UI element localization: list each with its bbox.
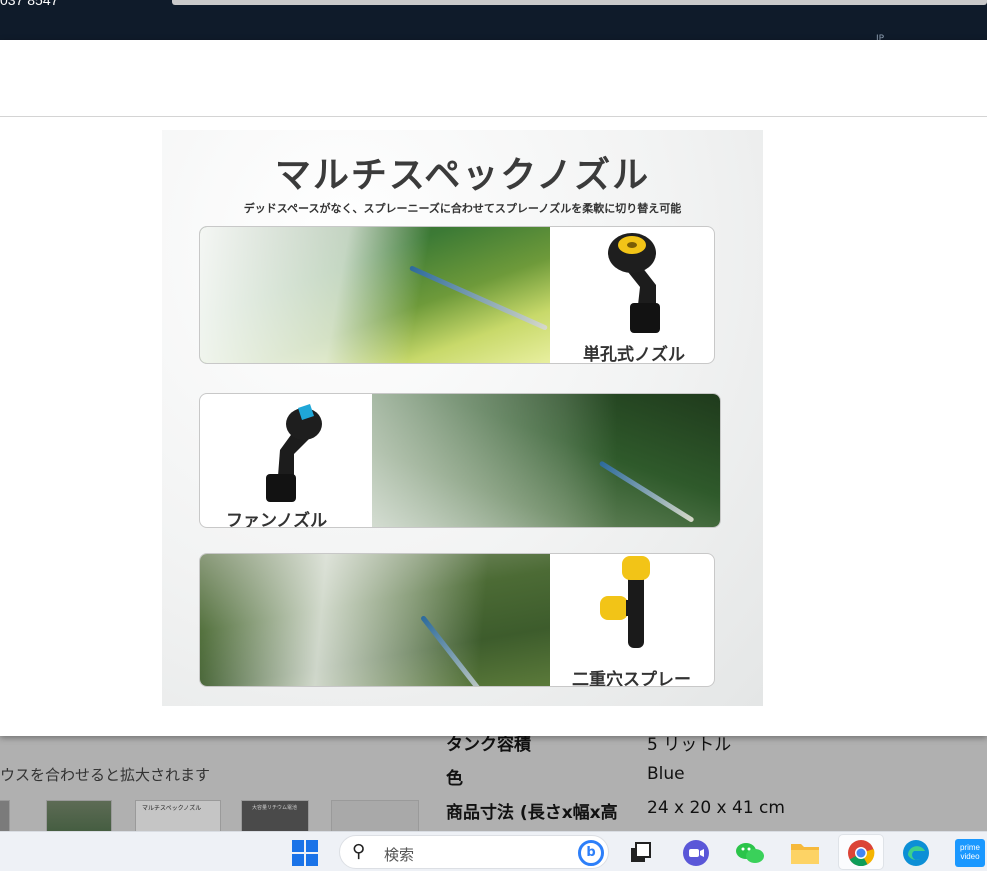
double-hole-nozzle-icon bbox=[600, 556, 650, 648]
header-search-bar[interactable] bbox=[172, 0, 987, 5]
prime-video-icon[interactable]: prime video bbox=[955, 838, 985, 868]
thumbnail-1[interactable] bbox=[0, 800, 10, 831]
spray-photo bbox=[200, 227, 550, 363]
thumbnail-2[interactable] bbox=[46, 800, 112, 831]
file-explorer-icon[interactable] bbox=[790, 838, 820, 868]
header-cut-text: 037 8547 bbox=[0, 0, 59, 8]
windows-start-icon[interactable] bbox=[290, 838, 320, 868]
task-view-icon[interactable] bbox=[626, 838, 656, 868]
bing-icon[interactable]: b bbox=[578, 840, 604, 866]
single-hole-nozzle-icon bbox=[608, 233, 660, 333]
thumbnail-caption: 大容量リチウム電池 bbox=[252, 805, 298, 811]
image-subtitle: デッドスペースがなく、スプレーニーズに合わせてスプレーノズルを柔軟に切り替え可能 bbox=[243, 202, 682, 215]
site-header: 037 8547 IP bbox=[0, 0, 987, 44]
spec-value: 5 リットル bbox=[647, 736, 732, 755]
video-label: video bbox=[960, 852, 980, 861]
chrome-icon[interactable] bbox=[846, 838, 876, 868]
product-page-background: ウスを合わせると拡大されます マルチスペックノズル 大容量リチウム電池 タンク容… bbox=[0, 736, 987, 831]
nozzle-card-single-hole: 単孔式ノズル bbox=[199, 226, 715, 364]
search-icon: ⚲ bbox=[352, 841, 366, 862]
edge-icon[interactable] bbox=[901, 838, 931, 868]
product-zoomed-image[interactable]: マルチスペックノズル デッドスペースがなく、スプレーニーズに合わせてスプレーノズ… bbox=[162, 130, 763, 706]
spec-key: 商品寸法 (長さx幅x高 bbox=[446, 803, 618, 823]
thumbnail-caption: マルチスペックノズル bbox=[142, 805, 202, 812]
thumbnail-5[interactable] bbox=[331, 800, 419, 831]
fan-nozzle-icon bbox=[266, 404, 322, 502]
spec-value: 24 x 20 x 41 cm bbox=[647, 798, 785, 818]
windows-taskbar: ⚲ 検索 b prime video bbox=[0, 831, 987, 871]
modal-divider bbox=[0, 116, 987, 117]
image-title: マルチスペックノズル bbox=[274, 155, 651, 196]
nozzle-label: ファンノズル bbox=[226, 511, 328, 528]
spec-value: Blue bbox=[647, 764, 685, 784]
nozzle-card-double-hole: 二重穴スプレー bbox=[199, 553, 715, 687]
zoom-hint: ウスを合わせると拡大されます bbox=[0, 766, 211, 784]
spray-photo bbox=[200, 554, 550, 686]
nozzle-card-fan: ファンノズル bbox=[199, 393, 721, 528]
spec-key: 色 bbox=[446, 769, 463, 789]
nozzle-label: 単孔式ノズル bbox=[583, 345, 685, 364]
prime-label: prime bbox=[959, 843, 980, 852]
thumbnail-4[interactable]: 大容量リチウム電池 bbox=[241, 800, 309, 831]
taskbar-search-box[interactable]: ⚲ 検索 b bbox=[339, 835, 609, 869]
spec-key: タンク容積 bbox=[446, 736, 531, 755]
image-zoom-modal: マルチスペックノズル デッドスペースがなく、スプレーニーズに合わせてスプレーノズ… bbox=[0, 40, 987, 736]
taskbar-search-placeholder: 検索 bbox=[384, 846, 415, 864]
nozzle-label: 二重穴スプレー bbox=[572, 670, 691, 687]
wechat-icon[interactable] bbox=[735, 838, 765, 868]
zoom-app-icon[interactable] bbox=[681, 838, 711, 868]
thumbnail-3[interactable]: マルチスペックノズル bbox=[135, 800, 221, 831]
